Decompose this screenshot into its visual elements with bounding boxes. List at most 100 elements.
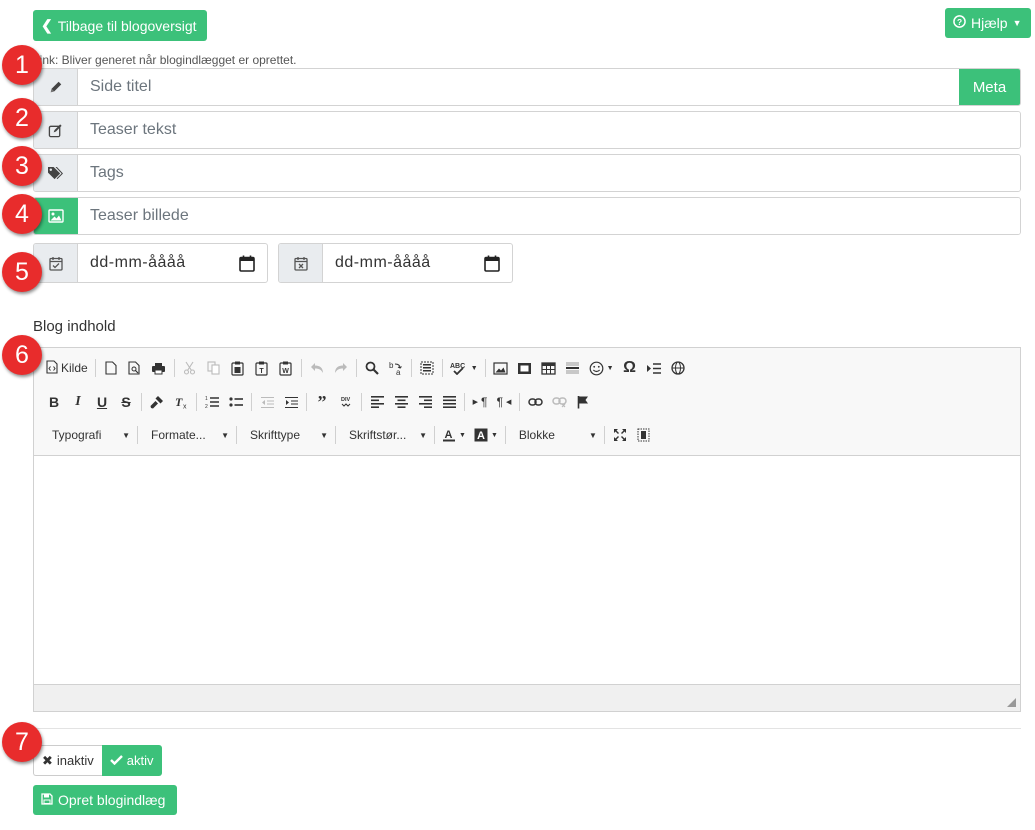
font-family-label: Skrifttype [250, 428, 301, 442]
editor-content-area[interactable] [34, 456, 1020, 684]
tags-input[interactable] [78, 155, 1020, 191]
italic-icon[interactable]: I [66, 390, 90, 414]
active-button[interactable]: aktiv [101, 745, 162, 776]
insert-video-icon[interactable] [513, 356, 537, 380]
toolbar-separator [464, 393, 465, 411]
source-icon [46, 359, 58, 377]
caret-down-icon: ▼ [419, 430, 427, 440]
indent-icon[interactable] [279, 390, 303, 414]
toolbar-separator [504, 426, 506, 444]
background-color-icon[interactable]: A ▼ [470, 423, 502, 447]
maximize-icon[interactable] [608, 423, 632, 447]
create-div-icon[interactable]: DIV [334, 390, 358, 414]
calendar-picker-icon[interactable] [472, 244, 512, 282]
blocks-dropdown[interactable]: Blokke ▼ [509, 423, 601, 447]
svg-text:A: A [445, 429, 453, 441]
blockquote-icon[interactable]: ” [310, 390, 334, 414]
toolbar-separator [236, 426, 237, 444]
paste-text-icon[interactable]: T [250, 356, 274, 380]
section-divider [33, 728, 1021, 729]
spellcheck-icon[interactable]: ABC ▼ [446, 356, 482, 380]
svg-text:?: ? [957, 17, 962, 27]
show-blocks-icon[interactable] [632, 423, 656, 447]
resize-handle[interactable] [1007, 698, 1016, 707]
save-icon [41, 792, 53, 808]
insert-table-icon[interactable] [537, 356, 561, 380]
active-label: aktiv [126, 753, 154, 768]
editor-toolbar: Kilde T W ba ABC ▼ ▼ Ω B I U S T x 1 2 ”… [34, 348, 1020, 456]
toolbar-separator [94, 359, 96, 377]
bulleted-list-icon[interactable] [224, 390, 248, 414]
special-char-icon[interactable]: Ω [618, 356, 642, 380]
page-break-icon[interactable] [642, 356, 666, 380]
rich-text-editor: Kilde T W ba ABC ▼ ▼ Ω B I U S T x 1 2 ”… [33, 347, 1021, 712]
horizontal-line-icon[interactable] [561, 356, 585, 380]
emoji-icon[interactable]: ▼ [585, 356, 618, 380]
caret-down-icon: ▼ [459, 431, 466, 439]
toolbar-row-1: Kilde T W ba ABC ▼ ▼ Ω [42, 354, 1012, 382]
teaser-text-input[interactable] [78, 112, 1020, 148]
preview-icon[interactable] [123, 356, 147, 380]
print-icon[interactable] [147, 356, 171, 380]
remove-format-icon[interactable]: Tx [169, 390, 193, 414]
strikethrough-icon[interactable]: S [114, 390, 138, 414]
undo-icon[interactable] [305, 356, 329, 380]
unlink-icon[interactable] [547, 390, 571, 414]
caret-down-icon: ▼ [1012, 18, 1022, 28]
typography-dropdown[interactable]: Typografi ▼ [42, 423, 134, 447]
underline-icon[interactable]: U [90, 390, 114, 414]
svg-text:A: A [477, 430, 485, 442]
align-left-icon[interactable] [365, 390, 389, 414]
help-dropdown-button[interactable]: ? Hjælp ▼ [945, 8, 1031, 38]
paste-icon[interactable] [226, 356, 250, 380]
find-icon[interactable] [360, 356, 384, 380]
replace-icon[interactable]: ba [384, 356, 408, 380]
start-date-input[interactable]: dd-mm-åååå [78, 244, 227, 282]
copy-icon[interactable] [202, 356, 226, 380]
svg-text:DIV: DIV [341, 397, 351, 403]
toolbar-separator [196, 393, 197, 411]
teaser-image-field-group [33, 197, 1021, 235]
annotation-badge-5: 5 [2, 252, 42, 292]
source-label: Kilde [61, 361, 88, 375]
toolbar-separator [434, 426, 435, 444]
numbered-list-icon[interactable]: 12 [200, 390, 224, 414]
back-to-blog-overview-button[interactable]: ❮ Tilbage til blogoversigt [33, 10, 207, 41]
font-family-dropdown[interactable]: Skrifttype ▼ [240, 423, 332, 447]
page-title-input[interactable] [78, 69, 959, 105]
link-icon[interactable] [523, 390, 547, 414]
inactive-button[interactable]: ✖ inaktiv [33, 745, 102, 776]
question-circle-icon: ? [953, 15, 966, 31]
times-icon: ✖ [42, 752, 53, 768]
font-size-dropdown[interactable]: Skriftstør... ▼ [339, 423, 431, 447]
align-center-icon[interactable] [389, 390, 413, 414]
calendar-picker-icon[interactable] [227, 244, 267, 282]
new-page-icon[interactable] [99, 356, 123, 380]
meta-button[interactable]: Meta [959, 69, 1020, 105]
align-right-icon[interactable] [413, 390, 437, 414]
text-direction-rtl-icon[interactable]: ¶ ◀ [492, 390, 516, 414]
caret-down-icon: ▼ [470, 364, 478, 372]
text-color-icon[interactable]: A ▼ [438, 423, 470, 447]
cut-icon[interactable] [178, 356, 202, 380]
anchor-flag-icon[interactable] [571, 390, 595, 414]
paste-word-icon[interactable]: W [274, 356, 298, 380]
redo-icon[interactable] [329, 356, 353, 380]
end-date-input[interactable]: dd-mm-åååå [323, 244, 472, 282]
align-justify-icon[interactable] [437, 390, 461, 414]
copy-formatting-icon[interactable] [145, 390, 169, 414]
teaser-image-input[interactable] [78, 198, 1020, 234]
create-blog-post-button[interactable]: Opret blogindlæg [33, 785, 177, 815]
toolbar-separator [141, 393, 142, 411]
format-dropdown[interactable]: Formate... ▼ [141, 423, 233, 447]
select-all-icon[interactable] [415, 356, 439, 380]
format-label: Formate... [151, 428, 206, 442]
tags-field-group [33, 154, 1021, 192]
text-direction-ltr-icon[interactable]: ▶ ¶ [468, 390, 492, 414]
iframe-globe-icon[interactable] [666, 356, 690, 380]
bold-icon[interactable]: B [42, 390, 66, 414]
pencil-icon [34, 69, 78, 105]
insert-image-icon[interactable] [489, 356, 513, 380]
source-button[interactable]: Kilde [42, 356, 92, 380]
outdent-icon[interactable] [255, 390, 279, 414]
